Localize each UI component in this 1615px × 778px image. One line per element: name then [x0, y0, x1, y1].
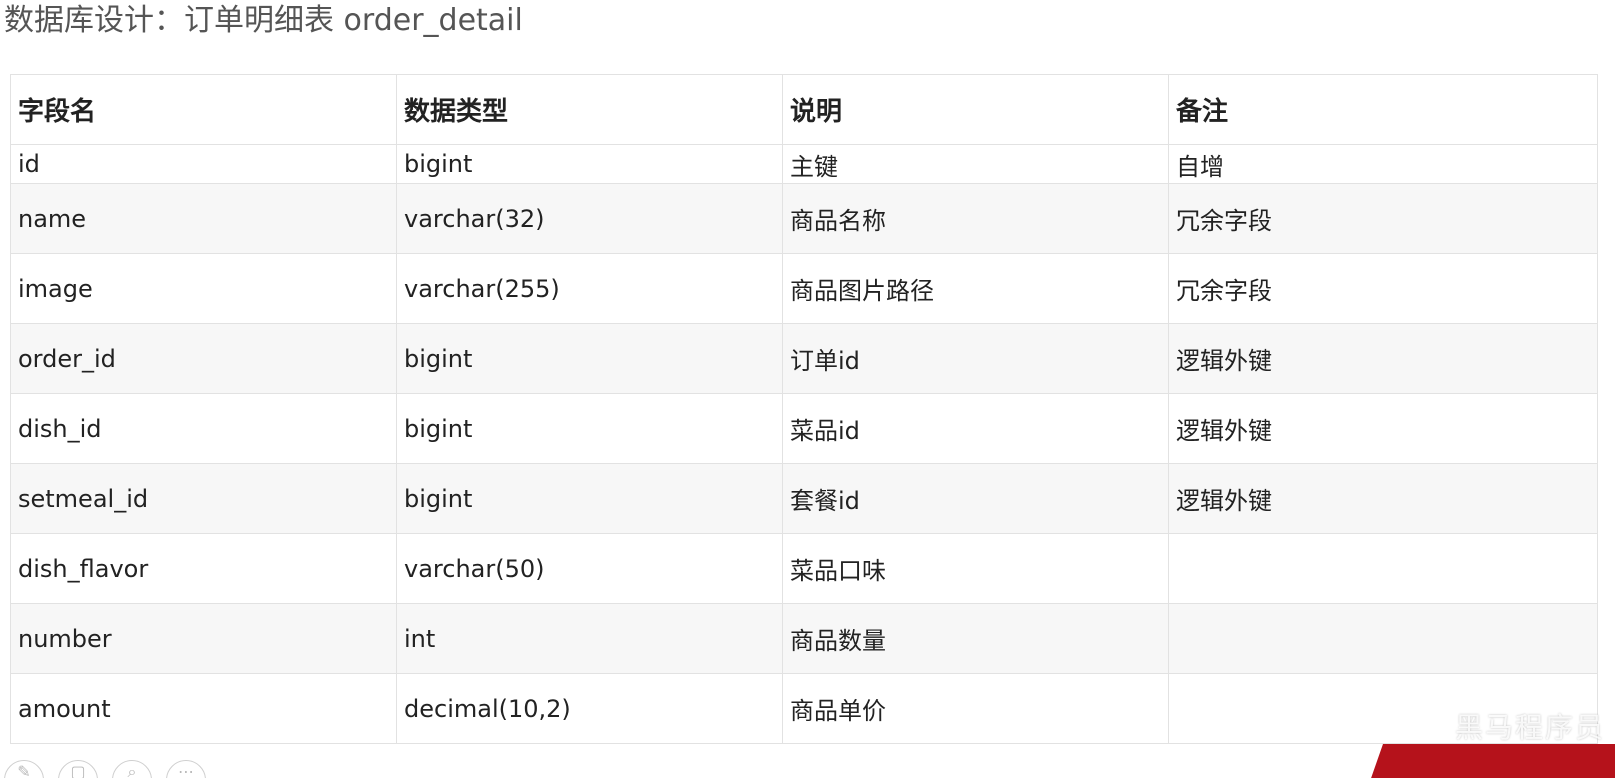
cell-data-type: varchar(50) — [396, 533, 783, 604]
cell-field-name: dish_flavor — [10, 533, 397, 604]
cell-data-type: varchar(32) — [396, 183, 783, 254]
cell-data-type: bigint — [396, 393, 783, 464]
cell-field-name: amount — [10, 673, 397, 744]
cell-remark: 逻辑外键 — [1168, 393, 1598, 464]
cell-description: 主键 — [782, 144, 1169, 184]
cell-data-type: int — [396, 603, 783, 674]
cell-description: 商品图片路径 — [782, 253, 1169, 324]
table-row: dish_id bigint 菜品id 逻辑外键 — [10, 393, 1598, 464]
cell-remark: 冗余字段 — [1168, 183, 1598, 254]
cell-description: 套餐id — [782, 463, 1169, 534]
cell-field-name: id — [10, 144, 397, 184]
more-icon[interactable]: ⋯ — [166, 760, 206, 778]
cell-description: 商品数量 — [782, 603, 1169, 674]
cell-data-type: bigint — [396, 144, 783, 184]
table-row: order_id bigint 订单id 逻辑外键 — [10, 323, 1598, 394]
cell-description: 商品名称 — [782, 183, 1169, 254]
cell-description: 菜品口味 — [782, 533, 1169, 604]
cell-field-name: dish_id — [10, 393, 397, 464]
table-row: dish_flavor varchar(50) 菜品口味 — [10, 533, 1598, 604]
cell-field-name: name — [10, 183, 397, 254]
cell-description: 订单id — [782, 323, 1169, 394]
watermark: 黑马程序员 — [1454, 711, 1605, 744]
zoom-icon[interactable]: ⌕ — [112, 760, 152, 778]
slide-page: 数据库设计：订单明细表 order_detail 字段名 数据类型 说明 备注 … — [0, 0, 1615, 778]
cell-data-type: bigint — [396, 323, 783, 394]
cell-remark: 自增 — [1168, 144, 1598, 184]
cell-field-name: image — [10, 253, 397, 324]
table-row: image varchar(255) 商品图片路径 冗余字段 — [10, 253, 1598, 324]
red-banner — [1369, 744, 1615, 778]
cell-field-name: order_id — [10, 323, 397, 394]
table-row: number int 商品数量 — [10, 603, 1598, 674]
column-header-description: 说明 — [782, 74, 1169, 145]
cell-field-name: setmeal_id — [10, 463, 397, 534]
cell-remark: 逻辑外键 — [1168, 463, 1598, 534]
table-row: name varchar(32) 商品名称 冗余字段 — [10, 183, 1598, 254]
page-title: 数据库设计：订单明细表 order_detail — [4, 3, 523, 38]
cell-data-type: decimal(10,2) — [396, 673, 783, 744]
cell-remark — [1168, 603, 1598, 674]
table-container: 字段名 数据类型 说明 备注 id bigint 主键 自增 name varc… — [10, 74, 1598, 744]
cell-data-type: bigint — [396, 463, 783, 534]
cell-description: 商品单价 — [782, 673, 1169, 744]
table-row: id bigint 主键 自增 — [10, 144, 1598, 184]
table-row: amount decimal(10,2) 商品单价 — [10, 673, 1598, 744]
table-row: setmeal_id bigint 套餐id 逻辑外键 — [10, 463, 1598, 534]
column-header-field-name: 字段名 — [10, 74, 397, 145]
cell-data-type: varchar(255) — [396, 253, 783, 324]
cell-remark: 逻辑外键 — [1168, 323, 1598, 394]
cell-description: 菜品id — [782, 393, 1169, 464]
cell-remark — [1168, 533, 1598, 604]
cell-field-name: number — [10, 603, 397, 674]
column-header-remark: 备注 — [1168, 74, 1598, 145]
cell-remark: 冗余字段 — [1168, 253, 1598, 324]
copy-icon[interactable]: ▢ — [58, 760, 98, 778]
order-detail-table: 字段名 数据类型 说明 备注 id bigint 主键 自增 name varc… — [10, 74, 1598, 744]
pen-icon[interactable]: ✎ — [4, 760, 44, 778]
column-header-data-type: 数据类型 — [396, 74, 783, 145]
slide-toolbar: ✎ ▢ ⌕ ⋯ — [4, 760, 206, 778]
table-header-row: 字段名 数据类型 说明 备注 — [10, 74, 1598, 145]
